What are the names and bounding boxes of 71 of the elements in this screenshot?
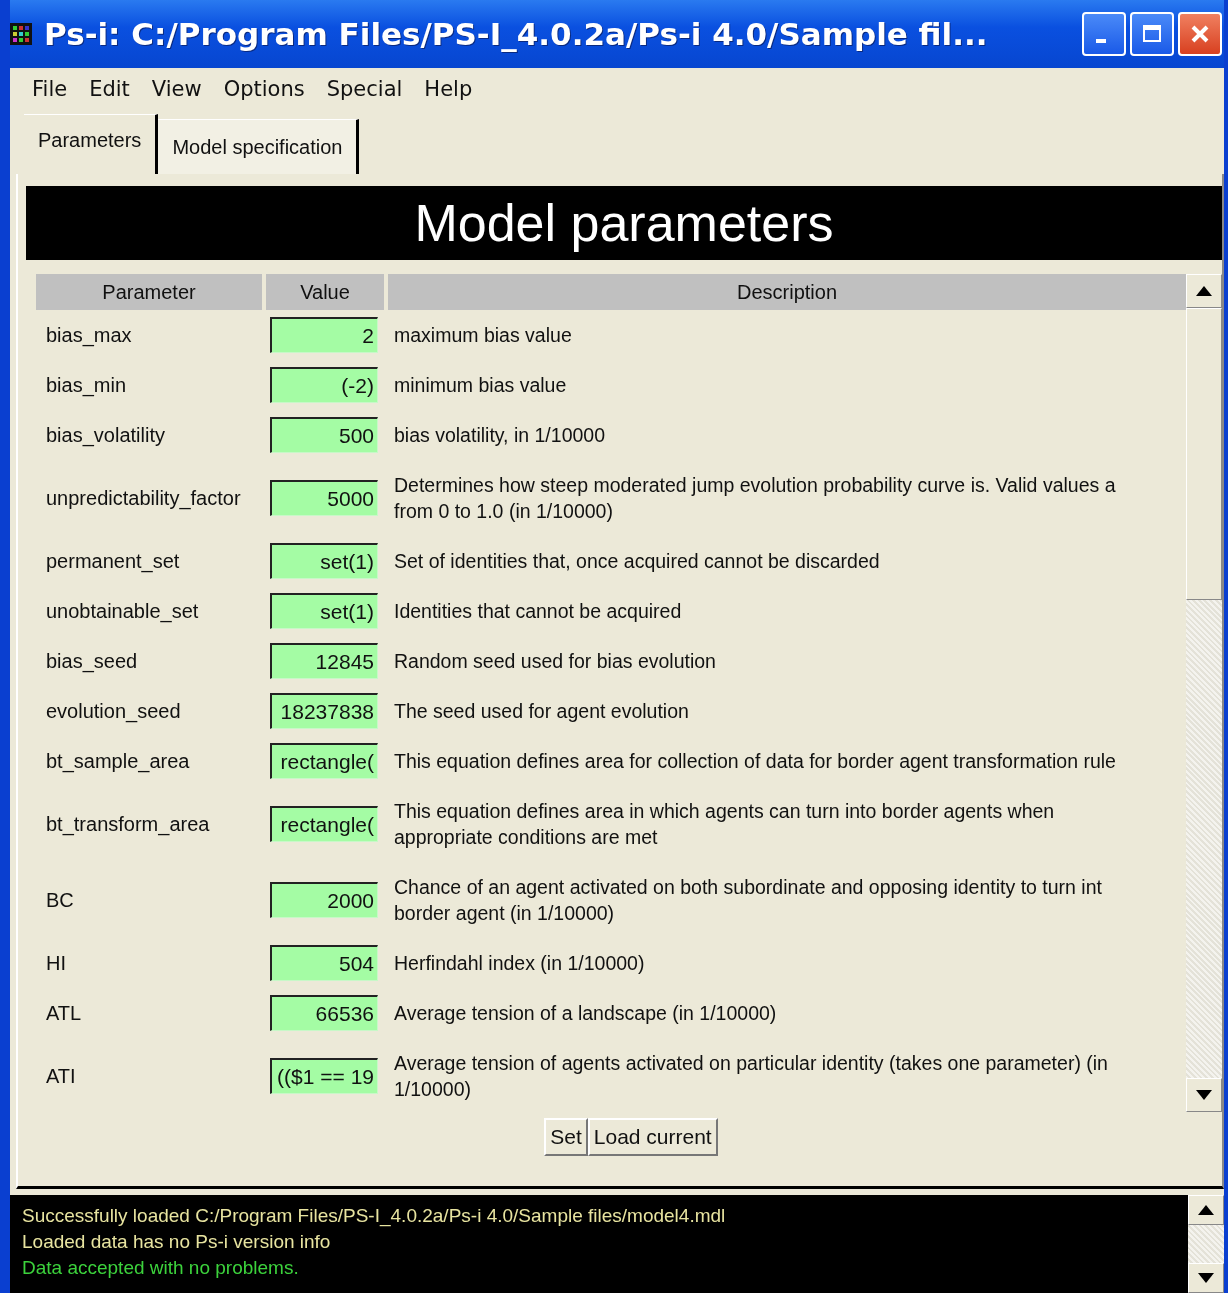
close-button[interactable] xyxy=(1178,12,1222,56)
value-field[interactable]: (-2) xyxy=(270,367,378,403)
parameter-name: evolution_seed xyxy=(46,699,181,722)
parameter-description: Set of identities that, once acquired cannot be discarded xyxy=(393,549,881,574)
window-title: Ps-i: C:/Program Files/PS-I_4.0.2a/Ps-i 4.0/Sample fil... xyxy=(44,16,989,52)
value-field[interactable]: 18237838 xyxy=(270,693,378,729)
menu-item[interactable]: View xyxy=(151,77,202,101)
minimize-icon xyxy=(1096,39,1106,43)
parameter-name: ATI xyxy=(46,1064,76,1087)
parameter-name: bias_min xyxy=(46,373,127,396)
action-button[interactable]: Load current xyxy=(587,1118,718,1156)
log-message: Loaded data has no Ps-i version info xyxy=(22,1230,332,1254)
parameter-description: Herfindahl index (in 1/10000) xyxy=(393,951,646,976)
column-header: Value xyxy=(266,274,384,310)
menu-item[interactable]: Edit xyxy=(89,77,130,101)
tab[interactable]: Model specification xyxy=(158,119,360,174)
value-field[interactable]: 66536 xyxy=(270,995,378,1031)
parameter-name: ATL xyxy=(46,1001,82,1024)
down-arrow-icon xyxy=(1196,1090,1212,1100)
parameter-description: This equation defines area in which agents can turn into border agents when appropriate conditions are met xyxy=(393,799,1056,850)
parameter-name: bt_sample_area xyxy=(46,749,190,772)
column-header: Description xyxy=(388,274,1186,310)
tab[interactable]: Parameters xyxy=(24,114,159,174)
action-button[interactable]: Set xyxy=(544,1118,588,1156)
grid-icon xyxy=(10,23,32,45)
menu-item[interactable]: Options xyxy=(223,77,305,101)
parameter-description: Average tension of a landscape (in 1/10000) xyxy=(393,1001,778,1026)
parameter-name: HI xyxy=(46,951,66,974)
up-arrow-icon xyxy=(1196,286,1212,296)
column-header: Parameter xyxy=(36,274,262,310)
down-arrow-icon xyxy=(1198,1273,1214,1283)
value-field[interactable]: 12845 xyxy=(270,643,378,679)
parameter-description: Chance of an agent activated on both subordinate and opposing identity to turn int border agent (in 1/10000) xyxy=(393,875,1103,926)
value-field[interactable]: 2000 xyxy=(270,882,378,918)
value-field[interactable]: (($1 == 19 xyxy=(270,1058,378,1094)
value-field[interactable]: set(1) xyxy=(270,543,378,579)
parameter-description: maximum bias value xyxy=(393,323,573,348)
parameter-name: bias_seed xyxy=(46,649,138,672)
log-message: Successfully loaded C:/Program Files/PS-I_4.0.2a/Ps-i 4.0/Sample files/model4.mdl xyxy=(22,1204,727,1229)
parameter-name: bias_max xyxy=(46,323,132,346)
parameter-description: Average tension of agents activated on particular identity (takes one parameter) (in 1/10000) xyxy=(393,1051,1109,1102)
value-field[interactable]: 5000 xyxy=(270,480,378,516)
parameter-name: unobtainable_set xyxy=(46,599,199,622)
parameter-description: Identities that cannot be acquired xyxy=(393,599,683,624)
parameter-description: The seed used for agent evolution xyxy=(393,699,690,724)
parameter-description: minimum bias value xyxy=(393,373,568,398)
vertical-scrollbar[interactable] xyxy=(1186,274,1222,1112)
value-field[interactable]: 504 xyxy=(270,945,378,981)
parameter-name: bias_volatility xyxy=(46,423,165,446)
parameter-description: bias volatility, in 1/10000 xyxy=(393,423,606,448)
log-message: Data accepted with no problems. xyxy=(22,1256,300,1280)
parameter-name: BC xyxy=(46,888,74,911)
menu-item[interactable]: Help xyxy=(424,77,473,101)
parameter-description: This equation defines area for collection of data for border agent transformation rule xyxy=(393,749,1117,774)
value-field[interactable]: set(1) xyxy=(270,593,378,629)
panel-title: Model parameters xyxy=(26,186,1222,260)
minimize-button[interactable] xyxy=(1082,12,1126,56)
menu-item[interactable]: File xyxy=(32,77,68,101)
parameter-description: Determines how steep moderated jump evolution probability curve is. Valid values a from 0 to 1.0 (in 1/10000) xyxy=(393,473,1117,524)
parameter-name: permanent_set xyxy=(46,549,180,572)
maximize-button[interactable] xyxy=(1130,12,1174,56)
value-field[interactable]: rectangle( xyxy=(270,806,378,842)
value-field[interactable]: rectangle( xyxy=(270,743,378,779)
value-field[interactable]: 2 xyxy=(270,317,378,353)
parameter-description: Random seed used for bias evolution xyxy=(393,649,717,674)
parameter-name: unpredictability_factor xyxy=(46,486,241,509)
menu-item[interactable]: Special xyxy=(326,77,403,101)
log-scrollbar[interactable] xyxy=(1188,1195,1224,1293)
up-arrow-icon xyxy=(1198,1205,1214,1215)
value-field[interactable]: 500 xyxy=(270,417,378,453)
parameter-name: bt_transform_area xyxy=(46,812,210,835)
